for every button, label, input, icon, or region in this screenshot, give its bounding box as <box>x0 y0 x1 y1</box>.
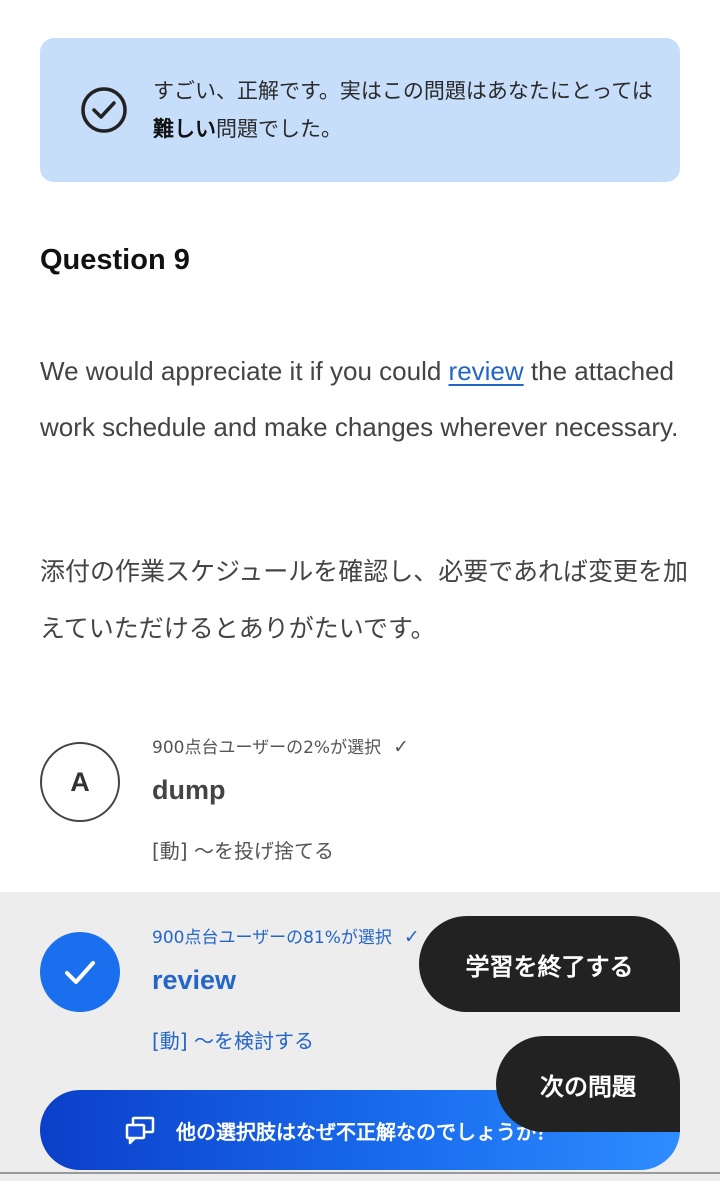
result-message: すごい、正解です。実はこの問題はあなたにとっては難しい問題でした。 <box>153 79 653 141</box>
answer-word-link[interactable]: review <box>449 356 524 386</box>
option-a-word[interactable]: dump <box>152 775 226 806</box>
check-mark-icon: ✓ <box>403 926 420 948</box>
option-b-word[interactable]: review <box>152 965 236 996</box>
option-b-selected[interactable] <box>40 932 120 1012</box>
bottom-divider <box>0 1172 720 1174</box>
check-mark-icon: ✓ <box>393 736 409 758</box>
question-sentence-en: We would appreciate it if you could revi… <box>40 356 679 442</box>
next-question-button[interactable]: 次の問題 <box>496 1036 680 1132</box>
option-b-stat: 900点台ユーザーの81%が選択 ✓ <box>152 926 420 948</box>
why-other-options-label: 他の選択肢はなぜ不正解なのでしょうか？ <box>176 1119 556 1144</box>
option-a-stat: 900点台ユーザーの2%が選択 ✓ <box>152 736 409 758</box>
option-a-letter[interactable]: A <box>40 742 120 822</box>
option-b-meaning: [動] ～を検討する <box>152 1029 314 1053</box>
question-title: Question 9 <box>40 244 190 276</box>
question-sentence-ja: 添付の作業スケジュールを確認し、必要であれば変更を加えていただけるとありがたいで… <box>40 557 689 643</box>
option-a-meaning: [動] ～を投げ捨てる <box>152 839 334 863</box>
checkmark-icon <box>65 961 95 984</box>
finish-study-button[interactable]: 学習を終了する <box>419 916 680 1012</box>
check-circle-icon <box>81 87 127 133</box>
chat-bubbles-icon <box>125 1116 155 1145</box>
difficulty-emphasis: 難しい <box>153 117 216 141</box>
